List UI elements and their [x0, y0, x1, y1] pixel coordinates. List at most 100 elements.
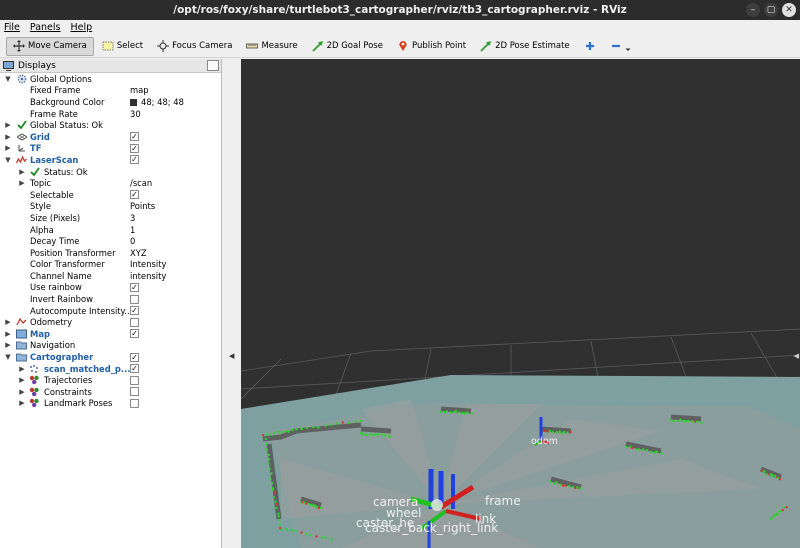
tree-row-constraints[interactable]: ▶ Constraints	[0, 386, 221, 398]
tree-row-scan-matched[interactable]: ▶ scan_matched_p... ✓	[0, 363, 221, 375]
property-value[interactable]: 48; 48; 48	[130, 97, 184, 107]
tree-row-global-options[interactable]: ▼ Global Options	[0, 73, 221, 85]
tree-row-landmark-poses[interactable]: ▶ Landmark Poses	[0, 398, 221, 410]
trajectories-enabled-checkbox[interactable]	[130, 375, 139, 385]
menu-file[interactable]: File	[4, 22, 20, 33]
tree-row-trajectories[interactable]: ▶ Trajectories	[0, 374, 221, 386]
tree-row-channel-name[interactable]: Channel Name intensity	[0, 270, 221, 282]
property-value[interactable]: 1	[130, 225, 135, 235]
tree-row-tf[interactable]: ▶ TF ✓	[0, 143, 221, 155]
chevron-right-icon[interactable]: ▶	[18, 365, 26, 373]
markers-icon	[29, 375, 40, 385]
measure-button[interactable]: Measure	[240, 37, 303, 56]
menu-help[interactable]: Help	[70, 22, 92, 33]
constraints-enabled-checkbox[interactable]	[130, 387, 139, 397]
chevron-right-icon[interactable]: ▶	[4, 341, 12, 349]
tree-row-decay-time[interactable]: Decay Time 0	[0, 235, 221, 247]
3d-viewport[interactable]: odom camera wheel frame link caster_he c…	[241, 59, 800, 548]
add-tool-button[interactable]	[578, 37, 602, 56]
tree-row-size[interactable]: Size (Pixels) 3	[0, 212, 221, 224]
odometry-enabled-checkbox[interactable]	[130, 317, 139, 327]
maximize-button[interactable]: ▢	[764, 3, 778, 17]
use-rainbow-checkbox[interactable]: ✓	[130, 282, 139, 292]
tree-row-background-color[interactable]: Background Color 48; 48; 48	[0, 96, 221, 108]
chevron-right-icon[interactable]: ▶	[18, 388, 26, 396]
tree-row-autocompute[interactable]: Autocompute Intensity... ✓	[0, 305, 221, 317]
property-value[interactable]: Points	[130, 201, 155, 211]
scan-matched-enabled-checkbox[interactable]: ✓	[130, 364, 139, 374]
scan-point	[548, 429, 551, 433]
grid-enabled-checkbox[interactable]: ✓	[130, 132, 139, 142]
landmark-poses-enabled-checkbox[interactable]	[130, 398, 139, 408]
tree-label: Grid	[30, 131, 50, 142]
scan-point	[558, 430, 561, 433]
chevron-down-icon[interactable]: ▼	[4, 156, 12, 164]
chevron-right-icon[interactable]: ▶	[4, 133, 12, 141]
chevron-right-icon[interactable]: ▶	[18, 399, 26, 407]
tree-row-odometry[interactable]: ▶ Odometry	[0, 316, 221, 328]
chevron-right-icon[interactable]: ▶	[4, 330, 12, 338]
tree-row-style[interactable]: Style Points	[0, 201, 221, 213]
remove-tool-button[interactable]	[604, 37, 637, 56]
chevron-right-icon[interactable]: ▶	[18, 179, 26, 187]
goal-pose-button[interactable]: 2D Goal Pose	[306, 37, 389, 56]
publish-point-button[interactable]: Publish Point	[391, 37, 472, 56]
focus-camera-button[interactable]: Focus Camera	[151, 37, 238, 56]
property-value[interactable]: intensity	[130, 271, 166, 281]
tree-row-grid[interactable]: ▶ Grid ✓	[0, 131, 221, 143]
invert-rainbow-checkbox[interactable]	[130, 294, 139, 304]
laserscan-enabled-checkbox[interactable]: ✓	[130, 155, 139, 165]
close-button[interactable]: ✕	[782, 3, 796, 17]
tree-row-topic[interactable]: ▶ Topic /scan	[0, 177, 221, 189]
tree-row-selectable[interactable]: Selectable ✓	[0, 189, 221, 201]
tree-row-invert-rainbow[interactable]: Invert Rainbow	[0, 293, 221, 305]
map-enabled-checkbox[interactable]: ✓	[130, 329, 139, 339]
3d-scene[interactable]: odom camera wheel frame link caster_he c…	[241, 59, 800, 548]
cartographer-enabled-checkbox[interactable]: ✓	[130, 352, 139, 362]
tree-row-use-rainbow[interactable]: Use rainbow ✓	[0, 282, 221, 294]
tree-label: Map	[30, 328, 50, 339]
select-button[interactable]: Select	[96, 37, 149, 56]
tree-row-color-transformer[interactable]: Color Transformer Intensity	[0, 259, 221, 271]
property-label: Size (Pixels)	[30, 212, 81, 223]
property-value[interactable]: /scan	[130, 178, 152, 188]
undock-panel-button[interactable]	[207, 60, 219, 71]
menu-panels[interactable]: Panels	[30, 22, 61, 33]
property-value[interactable]: 3	[130, 213, 135, 223]
chevron-right-icon[interactable]: ▶	[4, 144, 12, 152]
tree-row-laserscan-status[interactable]: ▶ Status: Ok	[0, 166, 221, 178]
tree-row-fixed-frame[interactable]: Fixed Frame map	[0, 85, 221, 97]
collapse-left-icon[interactable]: ◀	[229, 352, 234, 360]
tree-row-cartographer[interactable]: ▼ Cartographer ✓	[0, 351, 221, 363]
pose-estimate-button[interactable]: 2D Pose Estimate	[474, 37, 576, 56]
chevron-right-icon[interactable]: ▶	[18, 376, 26, 384]
autocompute-checkbox[interactable]: ✓	[130, 306, 139, 316]
panel-splitter[interactable]: ◀	[223, 59, 241, 548]
move-camera-button[interactable]: Move Camera	[6, 36, 94, 56]
tree-row-alpha[interactable]: Alpha 1	[0, 224, 221, 236]
tree-row-position-transformer[interactable]: Position Transformer XYZ	[0, 247, 221, 259]
tree-row-frame-rate[interactable]: Frame Rate 30	[0, 108, 221, 120]
selectable-checkbox[interactable]: ✓	[130, 190, 139, 200]
property-value[interactable]: 30	[130, 109, 141, 119]
chevron-right-icon[interactable]: ▶	[4, 121, 12, 129]
chevron-down-icon[interactable]: ▼	[4, 353, 12, 361]
property-value[interactable]: Intensity	[130, 259, 166, 269]
green-arrow-icon	[480, 41, 492, 52]
tree-row-global-status[interactable]: ▶ Global Status: Ok	[0, 119, 221, 131]
chevron-right-icon[interactable]: ▶	[18, 168, 26, 176]
tf-enabled-checkbox[interactable]: ✓	[130, 143, 139, 153]
collapse-right-icon[interactable]: ◀	[794, 352, 799, 360]
tree-row-laserscan[interactable]: ▼ LaserScan ✓	[0, 154, 221, 166]
chevron-right-icon[interactable]: ▶	[4, 318, 12, 326]
property-value[interactable]: 0	[130, 236, 135, 246]
minimize-button[interactable]: –	[746, 3, 760, 17]
tree-row-navigation[interactable]: ▶ Navigation	[0, 340, 221, 352]
scan-point	[300, 531, 303, 534]
property-value[interactable]: map	[130, 85, 149, 95]
property-value[interactable]: XYZ	[130, 248, 147, 258]
scan-point	[374, 433, 377, 436]
chevron-down-icon[interactable]: ▼	[4, 75, 12, 83]
tree-row-map[interactable]: ▶ Map ✓	[0, 328, 221, 340]
scan-point	[305, 502, 308, 505]
